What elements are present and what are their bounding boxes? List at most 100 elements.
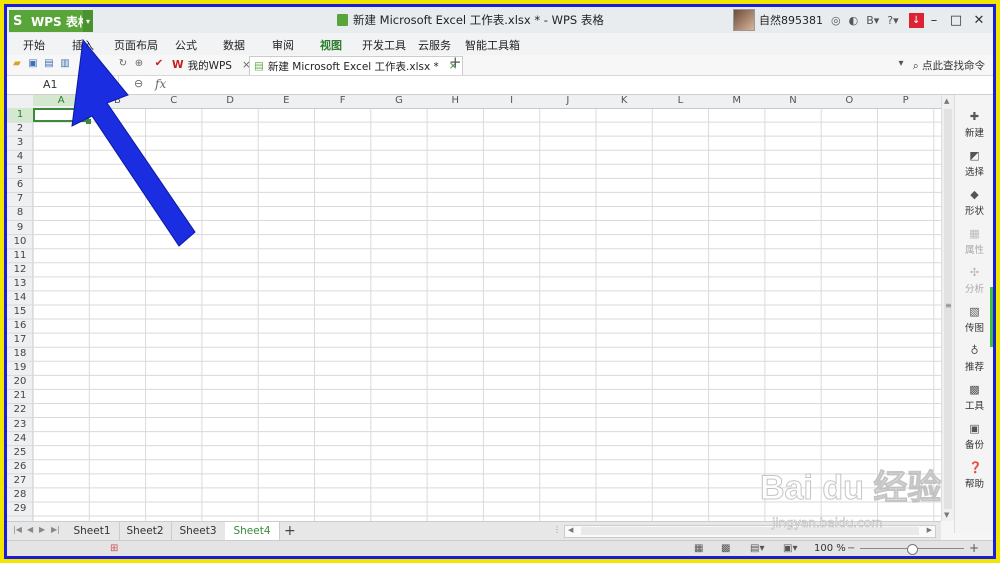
zoom-in-icon[interactable]: +: [969, 541, 979, 555]
row-header[interactable]: 26: [7, 460, 33, 474]
row-header[interactable]: 2: [7, 122, 33, 136]
row-header[interactable]: 28: [7, 488, 33, 502]
sidebar-item-help[interactable]: ❓ 帮助: [955, 462, 993, 491]
tab-review[interactable]: 审阅: [272, 37, 294, 53]
vertical-scrollbar[interactable]: ▲ ≡ ▼: [941, 95, 954, 521]
save-icon[interactable]: ▣: [27, 58, 39, 70]
tab-view[interactable]: 视图: [320, 37, 342, 53]
sidebar-item-backup[interactable]: ▣ 备份: [955, 423, 993, 452]
split-handle-icon[interactable]: ≡: [945, 301, 952, 310]
row-header[interactable]: 22: [7, 403, 33, 417]
find-command[interactable]: ⌕ 点此查找命令: [913, 58, 985, 73]
column-header[interactable]: O: [821, 95, 877, 106]
page-layout-view-icon[interactable]: ▤▾: [750, 543, 764, 554]
row-header[interactable]: 18: [7, 347, 33, 361]
sidebar-item-properties[interactable]: ▦ 属性: [955, 228, 993, 257]
row-header[interactable]: 3: [7, 136, 33, 150]
doc-tab-workbook[interactable]: ▤ 新建 Microsoft Excel 工作表.xlsx * ×: [249, 56, 463, 75]
row-header[interactable]: 13: [7, 277, 33, 291]
scroll-left-icon[interactable]: ⋮: [553, 525, 561, 534]
selected-cell-a1[interactable]: [33, 108, 91, 124]
row-header[interactable]: 16: [7, 319, 33, 333]
row-header[interactable]: 24: [7, 432, 33, 446]
row-header[interactable]: 8: [7, 206, 33, 220]
column-header[interactable]: I: [483, 95, 539, 106]
redo-icon[interactable]: ↻: [117, 58, 129, 70]
tab-insert[interactable]: 插入: [72, 37, 94, 53]
sheet-tab-4[interactable]: Sheet4: [225, 522, 280, 540]
row-header[interactable]: 14: [7, 291, 33, 305]
row-header[interactable]: 4: [7, 150, 33, 164]
zoom-slider-knob[interactable]: [907, 544, 918, 555]
row-header[interactable]: 12: [7, 263, 33, 277]
normal-view-icon[interactable]: ▦: [694, 543, 703, 554]
eye-protection-icon[interactable]: ▣▾: [783, 543, 797, 554]
cloud-icon[interactable]: ◐: [849, 14, 859, 27]
column-header[interactable]: C: [146, 95, 202, 106]
tab-page-layout[interactable]: 页面布局: [114, 37, 158, 53]
column-header[interactable]: G: [371, 95, 427, 106]
sidebar-item-analysis[interactable]: ✣ 分析: [955, 267, 993, 296]
sidebar-item-recommend[interactable]: ♁ 推荐: [955, 345, 993, 374]
column-header[interactable]: J: [540, 95, 596, 106]
customize-icon[interactable]: ✔: [153, 58, 165, 70]
row-header[interactable]: 5: [7, 164, 33, 178]
scroll-up-icon[interactable]: ▲: [944, 97, 949, 105]
row-header[interactable]: 9: [7, 221, 33, 235]
share-icon[interactable]: B▾: [866, 14, 879, 27]
maximize-icon[interactable]: □: [945, 10, 967, 30]
open-folder-icon[interactable]: ▰: [11, 58, 23, 70]
export-icon[interactable]: ▤: [43, 58, 55, 70]
row-header[interactable]: 27: [7, 474, 33, 488]
tab-formulas[interactable]: 公式: [175, 37, 197, 53]
print-icon[interactable]: ▥: [59, 58, 71, 70]
row-header[interactable]: 19: [7, 361, 33, 375]
tab-data[interactable]: 数据: [223, 37, 245, 53]
sidebar-item-shape[interactable]: ◆ 形状: [955, 189, 993, 218]
column-header[interactable]: D: [202, 95, 258, 106]
fx-icon[interactable]: fx: [155, 77, 166, 91]
download-icon[interactable]: ↓: [908, 12, 924, 28]
username[interactable]: 自然895381: [759, 12, 823, 28]
scroll-left-arrow-icon[interactable]: ◀: [568, 526, 573, 534]
zoom-level[interactable]: 100 %: [814, 543, 846, 554]
sidebar-scroll-indicator[interactable]: [990, 287, 993, 347]
sheet-tab-1[interactable]: Sheet1: [65, 522, 120, 540]
avatar[interactable]: [733, 9, 755, 31]
tab-developer[interactable]: 开发工具: [362, 37, 406, 53]
row-header[interactable]: 15: [7, 305, 33, 319]
row-header[interactable]: 17: [7, 333, 33, 347]
tab-smart-tools[interactable]: 智能工具箱: [465, 37, 520, 53]
name-box[interactable]: A1: [9, 76, 119, 93]
sheet-tab-2[interactable]: Sheet2: [119, 522, 172, 540]
macro-icon[interactable]: ⊞: [110, 543, 118, 554]
row-header[interactable]: 1: [7, 108, 33, 123]
column-header[interactable]: K: [596, 95, 652, 106]
wps-menu-button[interactable]: S WPS 表格 ▾: [9, 10, 93, 32]
spreadsheet-grid[interactable]: ABCDEFGHIJKLMNOP 1 2 3 4 5 6 7 8 9 10 11 12 13 14 15 16…: [7, 95, 941, 521]
formula-input[interactable]: [181, 76, 941, 93]
doc-tab-my-wps[interactable]: W 我的WPS ×: [172, 56, 251, 74]
help-dropdown-icon[interactable]: ?▾: [887, 14, 898, 27]
page-break-view-icon[interactable]: ▩: [721, 543, 730, 554]
row-header[interactable]: 21: [7, 389, 33, 403]
tab-cloud[interactable]: 云服务: [418, 37, 451, 53]
last-sheet-icon[interactable]: ▶|: [51, 525, 60, 534]
pin-icon[interactable]: ▾: [895, 58, 907, 70]
add-sheet-icon[interactable]: +: [284, 522, 296, 540]
close-icon[interactable]: ✕: [968, 10, 990, 30]
row-header[interactable]: 23: [7, 418, 33, 432]
column-header[interactable]: M: [709, 95, 765, 106]
column-header[interactable]: E: [258, 95, 314, 106]
tab-home[interactable]: 开始: [23, 37, 45, 53]
column-header[interactable]: N: [765, 95, 821, 106]
column-header[interactable]: F: [315, 95, 371, 106]
column-header[interactable]: A: [33, 95, 90, 106]
zoom-out-icon[interactable]: −: [847, 543, 855, 554]
sidebar-item-select[interactable]: ◩ 选择: [955, 150, 993, 179]
sidebar-item-new[interactable]: ✚ 新建: [955, 111, 993, 140]
column-header[interactable]: B: [89, 95, 145, 106]
column-header[interactable]: P: [878, 95, 934, 106]
row-header[interactable]: 6: [7, 178, 33, 192]
row-header[interactable]: 20: [7, 375, 33, 389]
